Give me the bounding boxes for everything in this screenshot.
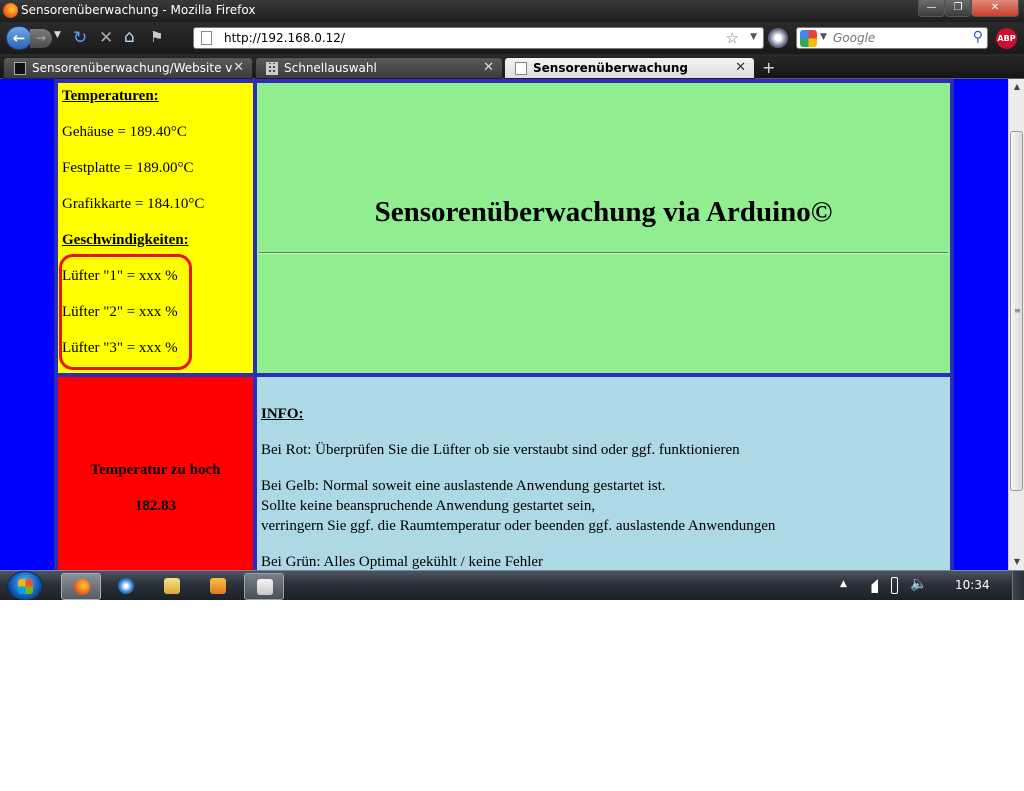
tab-sensorenueberwachung[interactable]: Sensorenüberwachung ✕ [504, 57, 755, 79]
persona-icon[interactable] [768, 28, 788, 48]
url-dropdown-icon[interactable]: ▼ [750, 32, 757, 42]
history-dropdown-icon[interactable]: ▼ [54, 30, 61, 40]
page-title: Sensorenüberwachung via Arduino© [374, 196, 833, 228]
scroll-down-icon[interactable]: ▼ [1009, 554, 1024, 570]
stop-icon[interactable]: ✕ [99, 28, 113, 48]
page-content: Temperaturen: Gehäuse = 189.40°C Festpla… [0, 79, 1008, 570]
google-icon[interactable] [800, 30, 817, 47]
fan-speeds-highlight [59, 254, 192, 370]
search-input[interactable] [833, 29, 963, 47]
grip-icon: ≡ [1014, 306, 1021, 315]
taskbar-firefox[interactable] [61, 573, 101, 600]
tab-close-icon[interactable]: ✕ [233, 60, 244, 75]
info-yellow-line-1: Bei Gelb: Normal soweit eine auslastende… [261, 478, 666, 494]
browser-window: Sensorenüberwachung - Mozilla Firefox — … [0, 0, 1024, 600]
addon-icon[interactable]: ⚑ [150, 28, 163, 46]
forward-icon[interactable]: → [30, 29, 52, 48]
page-icon [515, 62, 527, 75]
case-temperature: Gehäuse = 189.40°C [62, 124, 187, 140]
tab-website-via[interactable]: Sensorenüberwachung/Website via ... ✕ [3, 57, 253, 79]
show-desktop-button[interactable] [1012, 571, 1024, 600]
show-hidden-icons-icon[interactable]: ▲ [840, 579, 847, 589]
window-title: Sensorenüberwachung - Mozilla Firefox [21, 3, 256, 17]
taskbar: ▲ 🔈 10:34 [0, 570, 1024, 600]
maximize-button[interactable]: ❐ [945, 0, 971, 17]
harddisk-temperature: Festplatte = 189.00°C [62, 160, 194, 176]
firefox-icon [74, 579, 90, 595]
warning-cell: Temperatur zu hoch 182.83 [56, 375, 255, 570]
back-icon[interactable]: ← [6, 26, 32, 50]
taskbar-java[interactable] [244, 573, 284, 600]
tab-bar: Sensorenüberwachung/Website via ... ✕ Sc… [0, 54, 1024, 79]
adblock-icon[interactable]: ABP [996, 28, 1017, 49]
scroll-up-icon[interactable]: ▲ [1009, 79, 1024, 95]
title-cell: Sensorenüberwachung via Arduino© [255, 81, 952, 375]
volume-icon[interactable]: 🔈 [910, 576, 927, 592]
temperatures-heading: Temperaturen: [62, 88, 159, 104]
search-bar[interactable]: ▼ ⚲ [796, 27, 988, 49]
tab-schnellauswahl[interactable]: Schnellauswahl ✕ [255, 57, 503, 79]
title-bar: Sensorenüberwachung - Mozilla Firefox — … [0, 0, 1024, 22]
media-player-icon [210, 578, 226, 594]
favicon-icon [14, 62, 26, 75]
search-icon[interactable]: ⚲ [973, 29, 983, 45]
url-text[interactable]: http://192.168.0.12/ [224, 31, 345, 45]
tab-label: Schnellauswahl [284, 61, 377, 75]
tab-label: Sensorenüberwachung/Website via ... [32, 61, 232, 75]
battery-icon[interactable] [891, 577, 898, 594]
warning-value: 182.83 [134, 498, 177, 514]
info-yellow-line-3: verringern Sie ggf. die Raumtemperatur o… [261, 518, 776, 534]
home-icon[interactable]: ⌂ [124, 27, 135, 47]
info-cell: INFO: Bei Rot: Überprüfen Sie die Lüfter… [255, 375, 952, 570]
layout-table: Temperaturen: Gehäuse = 189.40°C Festpla… [54, 79, 954, 570]
info-green: Bei Grün: Alles Optimal gekühlt / keine … [261, 554, 544, 570]
clock[interactable]: 10:34 [955, 578, 990, 592]
taskbar-media-player[interactable] [198, 573, 238, 600]
explorer-folder-icon [164, 578, 180, 594]
url-bar[interactable]: http://192.168.0.12/ ☆ ▼ [193, 27, 764, 49]
speeds-heading: Geschwindigkeiten: [62, 232, 189, 248]
start-button[interactable] [7, 571, 43, 600]
tab-close-icon[interactable]: ✕ [483, 60, 494, 75]
new-tab-icon[interactable]: + [762, 58, 775, 77]
close-button[interactable]: ✕ [971, 0, 1019, 17]
warning-title: Temperatur zu hoch [90, 462, 221, 478]
vertical-scrollbar[interactable]: ▲ ≡ ▼ [1008, 79, 1024, 570]
info-red: Bei Rot: Überprüfen Sie die Lüfter ob si… [261, 442, 740, 458]
temperatures-cell: Temperaturen: Gehäuse = 189.40°C Festpla… [56, 81, 255, 375]
navigation-toolbar: ← → ▼ ↻ ✕ ⌂ ⚑ http://192.168.0.12/ ☆ ▼ ▼… [0, 22, 1024, 54]
page-icon [201, 31, 212, 45]
internet-explorer-icon [118, 578, 134, 594]
network-signal-icon[interactable] [862, 579, 878, 593]
tab-close-icon[interactable]: ✕ [735, 60, 746, 75]
search-engine-dropdown-icon[interactable]: ▼ [820, 32, 827, 42]
graphics-temperature: Grafikkarte = 184.10°C [62, 196, 205, 212]
windows-logo-icon [18, 579, 33, 594]
taskbar-explorer[interactable] [152, 573, 192, 600]
info-yellow-line-2: Sollte keine beanspruchende Anwendung ge… [261, 498, 596, 514]
bookmark-star-icon[interactable]: ☆ [726, 29, 739, 47]
info-heading: INFO: [261, 406, 304, 422]
taskbar-internet-explorer[interactable] [106, 573, 146, 600]
horizontal-rule [259, 252, 948, 254]
reload-icon[interactable]: ↻ [73, 28, 87, 48]
scrollbar-thumb[interactable]: ≡ [1010, 131, 1023, 491]
firefox-icon [3, 3, 18, 18]
java-icon [257, 579, 273, 595]
tab-label: Sensorenüberwachung [533, 61, 689, 75]
speed-dial-icon [266, 62, 278, 75]
minimize-button[interactable]: — [918, 0, 945, 17]
